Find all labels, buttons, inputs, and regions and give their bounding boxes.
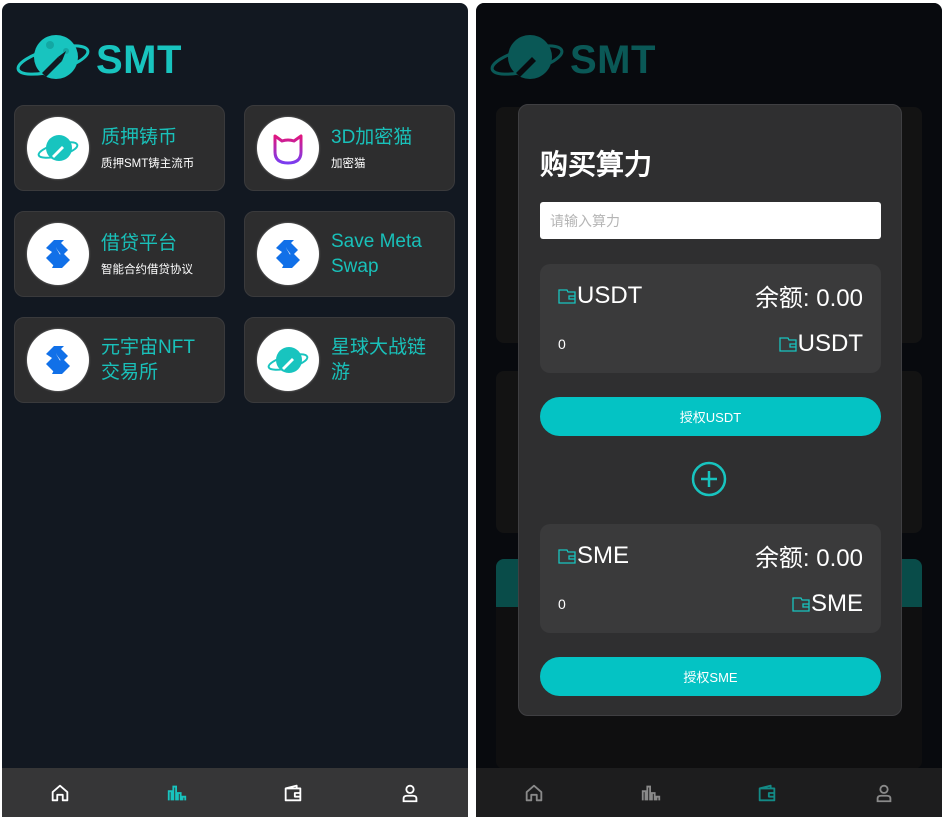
sme-box: SME 余额: 0.00 0 SME <box>540 524 881 633</box>
hashpower-input[interactable] <box>540 202 881 239</box>
swap-s-logo-icon <box>46 346 70 374</box>
bar-chart-icon <box>167 785 186 800</box>
tab-market[interactable] <box>636 778 666 808</box>
bar-chart-icon <box>641 785 660 800</box>
balance: 余额: 0.00 <box>754 545 863 572</box>
balance: 余额: 0.00 <box>754 285 863 312</box>
buy-hashpower-modal: 购买算力 USDT 余额: 0.00 0 USDT 授权USDT <box>518 104 902 716</box>
tab-home[interactable] <box>45 778 75 808</box>
approve-sme-button[interactable]: 授权SME <box>540 657 881 696</box>
brand-name: SMT <box>96 37 182 82</box>
card-save-meta-swap[interactable]: Save Meta Swap <box>244 211 455 297</box>
tab-wallet[interactable] <box>278 778 308 808</box>
app-logo: SMT <box>14 29 182 91</box>
plus-circle-icon[interactable] <box>691 461 727 497</box>
tab-home[interactable] <box>519 778 549 808</box>
token-name: SME <box>577 541 630 569</box>
token-unit: SME <box>810 590 863 617</box>
tab-wallet[interactable] <box>752 778 782 808</box>
approve-usdt-button[interactable]: 授权USDT <box>540 397 881 436</box>
usdt-box: USDT 余额: 0.00 0 USDT <box>540 264 881 373</box>
tab-market[interactable] <box>162 778 192 808</box>
modal-title: 购买算力 <box>540 149 653 180</box>
card-title: 借贷平台 <box>101 233 178 254</box>
planet-rocket-icon <box>16 35 90 79</box>
token-name: USDT <box>577 281 643 309</box>
swap-s-logo-icon <box>276 240 300 268</box>
wallet-icon <box>759 784 776 801</box>
card-title: Save Meta Swap <box>331 231 422 277</box>
planet-rocket-icon <box>267 347 309 373</box>
card-lending-platform[interactable]: 借贷平台 智能合约借贷协议 <box>14 211 225 297</box>
tab-profile[interactable] <box>395 778 425 808</box>
bottom-tab-bar <box>476 768 942 817</box>
home-icon <box>52 784 69 801</box>
card-title: 质押铸币 <box>101 127 178 148</box>
card-title: 3D加密猫 <box>331 127 413 148</box>
card-nft-exchange[interactable]: 元宇宙NFT交易所 <box>14 317 225 403</box>
amount: 0 <box>558 596 566 612</box>
wallet-icon <box>792 597 810 612</box>
card-star-wars-game[interactable]: 星球大战链游 <box>244 317 455 403</box>
card-subtitle: 智能合约借贷协议 <box>101 264 193 276</box>
token-unit: USDT <box>797 330 863 357</box>
card-subtitle: 加密猫 <box>331 158 366 170</box>
planet-rocket-icon <box>37 135 79 161</box>
wallet-icon <box>558 548 576 564</box>
card-crypto-cat[interactable]: 3D加密猫 加密猫 <box>244 105 455 191</box>
wallet-icon <box>558 288 576 304</box>
cat-outline-icon <box>273 134 303 165</box>
home-icon <box>526 784 543 801</box>
wallet-icon <box>779 337 797 352</box>
bottom-tab-bar <box>2 768 468 817</box>
wallet-icon <box>285 784 302 801</box>
user-icon <box>402 784 418 802</box>
swap-s-logo-icon <box>46 240 70 268</box>
user-icon <box>876 784 892 802</box>
card-subtitle: 质押SMT铸主流币 <box>101 158 195 170</box>
card-title: 元宇宙NFT交易所 <box>101 337 195 383</box>
home-screen: SMT 质押铸币 质押SMT铸主流币 3D加密猫 加密猫 借贷平台 智能合约借贷… <box>2 3 468 817</box>
tab-profile[interactable] <box>869 778 899 808</box>
amount: 0 <box>558 336 566 352</box>
wallet-screen: SMT 购买算力 USDT 余额: 0.00 0 USDT <box>476 3 942 817</box>
card-staking-mint[interactable]: 质押铸币 质押SMT铸主流币 <box>14 105 225 191</box>
card-title: 星球大战链游 <box>331 337 427 383</box>
